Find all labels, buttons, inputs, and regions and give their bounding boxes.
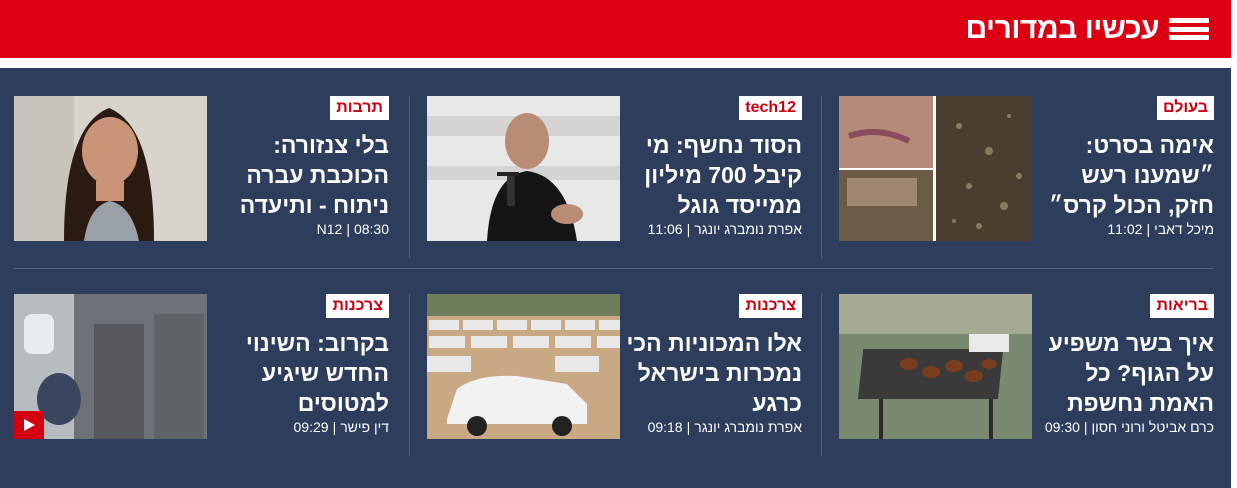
article-author: אפרת נומברג יונגר xyxy=(694,419,802,435)
category-tag[interactable]: בריאות xyxy=(1150,294,1214,318)
menu-icon[interactable] xyxy=(1169,18,1209,40)
article-author: מיכל דאבי xyxy=(1154,221,1214,237)
article-author: כרם אביטל ורוני חסון xyxy=(1091,419,1214,435)
airplane-cabin-photo[interactable] xyxy=(14,294,207,439)
category-tag[interactable]: תרבות xyxy=(330,96,389,120)
article-author: אפרת נומברג יונגר xyxy=(694,221,802,237)
article-headline[interactable]: הסוד נחשף: מי קיבל 700 מיליון ממייסד גוג… xyxy=(624,130,802,220)
car-lot-photo[interactable] xyxy=(427,294,620,439)
article-time: 08:30 xyxy=(353,221,389,237)
header-divider xyxy=(0,58,1231,68)
article-meta: אפרת נומברג יונגר|09:18 xyxy=(647,419,802,435)
article-text: צרכנות בקרוב: השינוי החדש שיגיע למטוסים … xyxy=(214,294,389,454)
article-text: tech12 הסוד נחשף: מי קיבל 700 מיליון ממי… xyxy=(627,96,802,256)
column-divider xyxy=(821,294,822,456)
article-author: דין פישר xyxy=(340,419,389,435)
articles-row: בעולם אימה בסרט: ״שמענו רעש חזק, הכול קר… xyxy=(14,96,1214,258)
article-card[interactable]: tech12 הסוד נחשף: מי קיבל 700 מיליון ממי… xyxy=(427,96,802,256)
article-text: תרבות בלי צנזורה: הכוכבת עברה ניתוח - ות… xyxy=(214,96,389,256)
article-card[interactable]: צרכנות אלו המכוניות הכי נמכרות בישראל כר… xyxy=(427,294,802,454)
article-text: בריאות איך בשר משפיע על הגוף? כל האמת נח… xyxy=(1039,294,1214,454)
article-text: צרכנות אלו המכוניות הכי נמכרות בישראל כר… xyxy=(624,294,802,454)
celebrity-portrait-photo[interactable] xyxy=(14,96,207,241)
speaker-at-podium-photo[interactable] xyxy=(427,96,620,241)
column-divider xyxy=(409,294,410,456)
article-meta: כרם אביטל ורוני חסון|09:30 xyxy=(1044,419,1214,435)
article-time: 09:29 xyxy=(293,419,329,435)
play-video-icon[interactable] xyxy=(14,411,44,439)
article-headline[interactable]: בלי צנזורה: הכוכבת עברה ניתוח - ותיעדה xyxy=(211,130,389,220)
article-headline[interactable]: אימה בסרט: ״שמענו רעש חזק, הכול קרס״ xyxy=(1036,130,1214,220)
article-meta: אפרת נומברג יונגר|11:06 xyxy=(647,221,802,237)
article-time: 09:18 xyxy=(647,419,683,435)
article-card[interactable]: תרבות בלי צנזורה: הכוכבת עברה ניתוח - ות… xyxy=(14,96,389,256)
article-card[interactable]: צרכנות בקרוב: השינוי החדש שיגיע למטוסים … xyxy=(14,294,389,454)
category-tag[interactable]: בעולם xyxy=(1157,96,1214,120)
section-header: עכשיו במדורים xyxy=(0,0,1231,58)
article-headline[interactable]: בקרוב: השינוי החדש שיגיע למטוסים xyxy=(211,328,389,418)
category-tag[interactable]: צרכנות xyxy=(326,294,389,318)
barbecue-grill-photo[interactable] xyxy=(839,294,1032,439)
article-card[interactable]: בריאות איך בשר משפיע על הגוף? כל האמת נח… xyxy=(839,294,1214,454)
column-divider xyxy=(821,96,822,258)
articles-panel: בעולם אימה בסרט: ״שמענו רעש חזק, הכול קר… xyxy=(0,68,1231,488)
crash-aftermath-photo[interactable] xyxy=(839,96,1032,241)
category-tag[interactable]: צרכנות xyxy=(739,294,802,318)
articles-row: בריאות איך בשר משפיע על הגוף? כל האמת נח… xyxy=(14,294,1214,456)
article-meta: מיכל דאבי|11:02 xyxy=(1107,221,1214,237)
article-headline[interactable]: איך בשר משפיע על הגוף? כל האמת נחשפת xyxy=(1036,328,1214,418)
article-text: בעולם אימה בסרט: ״שמענו רעש חזק, הכול קר… xyxy=(1039,96,1214,256)
category-tag[interactable]: tech12 xyxy=(739,96,802,120)
article-card[interactable]: בעולם אימה בסרט: ״שמענו רעש חזק, הכול קר… xyxy=(839,96,1214,256)
row-divider xyxy=(14,268,1214,269)
article-headline[interactable]: אלו המכוניות הכי נמכרות בישראל כרגע xyxy=(624,328,802,418)
article-author: N12 xyxy=(316,221,343,237)
article-meta: דין פישר|09:29 xyxy=(293,419,389,435)
section-title: עכשיו במדורים xyxy=(965,12,1160,45)
article-meta: N12 | 08:30 xyxy=(316,221,389,237)
article-time: 09:30 xyxy=(1044,419,1080,435)
column-divider xyxy=(409,96,410,258)
article-time: 11:06 xyxy=(647,221,683,237)
article-time: 11:02 xyxy=(1107,221,1143,237)
